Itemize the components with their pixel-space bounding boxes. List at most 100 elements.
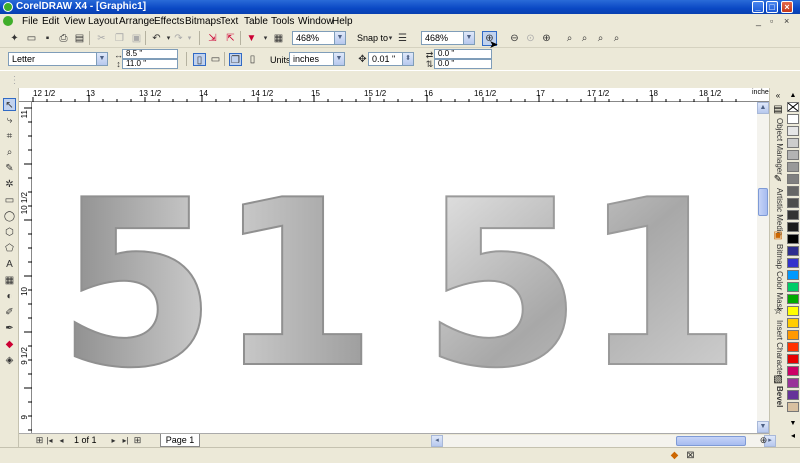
color-swatch[interactable]	[787, 234, 799, 244]
fill-tool-icon[interactable]: ◆	[3, 338, 16, 351]
minimize-button[interactable]: _	[752, 1, 764, 13]
application-launcher-icon[interactable]: ▼	[245, 32, 258, 45]
menu-table[interactable]: Table	[244, 16, 268, 27]
basic-shapes-tool-icon[interactable]: ⬠	[3, 242, 16, 255]
shape-tool-icon[interactable]: ⤷	[3, 114, 16, 127]
doc-minimize-button[interactable]: _	[756, 16, 761, 26]
color-swatch[interactable]	[787, 354, 799, 364]
chevron-down-icon[interactable]: ▼	[96, 53, 107, 65]
toolbar-grip-icon[interactable]: ⋮	[8, 74, 21, 87]
welcome-screen-icon[interactable]: ▦	[272, 32, 285, 45]
vertical-ruler[interactable]: 11 10 1/2 10 9 1/2 9	[19, 102, 32, 433]
docker-tab-artistic-media[interactable]: Artistic Media	[772, 188, 784, 236]
zoom-out-icon[interactable]: ⊖	[508, 32, 521, 45]
color-swatch[interactable]	[787, 390, 799, 400]
pick-tool-icon[interactable]: ↖	[3, 98, 16, 111]
menu-edit[interactable]: Edit	[42, 16, 59, 27]
color-swatch[interactable]	[787, 378, 799, 388]
color-swatch[interactable]	[787, 330, 799, 340]
duplicate-x-input[interactable]: 0.0 "	[434, 49, 492, 59]
vertical-scrollbar[interactable]: ▲ ▼	[757, 102, 769, 433]
object-manager-icon[interactable]: ▤	[772, 104, 784, 116]
paste-icon[interactable]: ▣	[130, 32, 143, 45]
chevron-down-icon[interactable]: ▼	[333, 53, 344, 65]
coreldraw-app-icon[interactable]	[3, 2, 13, 12]
doc-close-button[interactable]: ×	[784, 16, 789, 26]
scroll-left-icon[interactable]: ◂	[431, 435, 443, 447]
paper-width-input[interactable]: 8.5 "	[122, 49, 178, 59]
open-icon[interactable]: ▭	[25, 32, 38, 45]
color-swatch[interactable]	[787, 402, 799, 412]
outline-color-indicator-icon[interactable]: ⊠	[684, 449, 697, 462]
zoom-selected-icon[interactable]: ⊙	[524, 32, 537, 45]
bitmap-color-mask-icon[interactable]: ▣	[772, 230, 784, 242]
color-swatch[interactable]	[787, 174, 799, 184]
color-swatch[interactable]	[787, 258, 799, 268]
horizontal-scroll-thumb[interactable]	[676, 436, 746, 446]
save-icon[interactable]: ▪	[41, 32, 54, 45]
menu-window[interactable]: Window	[298, 16, 334, 27]
import-icon[interactable]: ⇲	[206, 32, 219, 45]
color-swatch[interactable]	[787, 366, 799, 376]
color-swatch[interactable]	[787, 138, 799, 148]
crop-tool-icon[interactable]: ⌗	[3, 130, 16, 143]
no-color-swatch[interactable]	[787, 102, 799, 112]
menu-file[interactable]: File	[22, 16, 38, 27]
copy-icon[interactable]: ❐	[113, 32, 126, 45]
redo-dropdown-icon[interactable]: ▾	[183, 32, 196, 45]
docker-tab-insert-character[interactable]: Insert Character	[772, 320, 784, 377]
freehand-tool-icon[interactable]: ✎	[3, 162, 16, 175]
zoom-page-height-icon[interactable]: ⌕	[594, 32, 607, 45]
all-pages-icon[interactable]: ❐	[229, 53, 242, 66]
menu-layout[interactable]: Layout	[88, 16, 118, 27]
text-tool-icon[interactable]: A	[3, 258, 16, 271]
add-page-after-icon[interactable]: ⊞	[131, 434, 144, 447]
artwork[interactable]: 51 51	[32, 102, 757, 433]
document-icon[interactable]	[3, 16, 13, 26]
artwork-text-51-left[interactable]: 51	[56, 151, 378, 420]
insert-character-icon[interactable]: ☆	[772, 306, 784, 318]
maximize-button[interactable]: □	[766, 1, 778, 13]
scroll-down-icon[interactable]: ▼	[757, 421, 769, 433]
rectangle-tool-icon[interactable]: ▭	[3, 194, 16, 207]
drawing-canvas[interactable]: 51 51	[32, 102, 757, 433]
menu-view[interactable]: View	[64, 16, 86, 27]
launcher-dropdown-icon[interactable]: ▾	[259, 32, 272, 45]
color-swatch[interactable]	[787, 222, 799, 232]
new-document-icon[interactable]: ✦	[8, 32, 21, 45]
color-swatch[interactable]	[787, 150, 799, 160]
color-swatch[interactable]	[787, 246, 799, 256]
chevron-down-icon[interactable]: ▼	[334, 32, 345, 44]
spinner-icon[interactable]: ⬍	[402, 53, 413, 65]
horizontal-scrollbar[interactable]: ◂ ▸	[431, 435, 776, 447]
docker-tab-object-manager[interactable]: Object Manager	[772, 118, 784, 175]
color-swatch[interactable]	[787, 114, 799, 124]
color-swatch[interactable]	[787, 162, 799, 172]
menu-effects[interactable]: Effects	[154, 16, 184, 27]
artistic-media-icon[interactable]: ✎	[772, 174, 784, 186]
table-tool-icon[interactable]: ▦	[3, 274, 16, 287]
color-swatch[interactable]	[787, 186, 799, 196]
polygon-tool-icon[interactable]: ⬡	[3, 226, 16, 239]
palette-flyout-icon[interactable]: ◂	[787, 430, 799, 442]
export-icon[interactable]: ⇱	[224, 32, 237, 45]
menu-bitmaps[interactable]: Bitmaps	[185, 16, 221, 27]
menu-text[interactable]: Text	[220, 16, 238, 27]
zoom-page-width-icon[interactable]: ⌕	[578, 32, 591, 45]
docker-expand-icon[interactable]: «	[772, 90, 784, 102]
page-tab[interactable]: Page 1	[160, 434, 200, 447]
ellipse-tool-icon[interactable]: ◯	[3, 210, 16, 223]
doc-restore-button[interactable]: ▫	[770, 16, 773, 26]
interactive-blend-tool-icon[interactable]: ◐	[3, 290, 16, 303]
zoom-to-page-icon[interactable]: ⌕	[563, 32, 576, 45]
paper-type-select[interactable]: Letter ▼	[8, 52, 108, 66]
zoom-level-select-2[interactable]: 468% ▼	[421, 31, 475, 45]
palette-scroll-down-icon[interactable]: ▼	[787, 418, 799, 430]
chevron-down-icon[interactable]: ▼	[463, 32, 474, 44]
color-swatch[interactable]	[787, 198, 799, 208]
cut-icon[interactable]: ✂	[95, 32, 108, 45]
menu-arrange[interactable]: Arrange	[119, 16, 155, 27]
print-merge-icon[interactable]: ▤	[73, 32, 86, 45]
previous-page-icon[interactable]: ◂	[55, 434, 68, 447]
horizontal-ruler[interactable]: 12 1/2 13 13 1/2 14 14 1/2 15 15 1/2 16 …	[19, 88, 772, 102]
